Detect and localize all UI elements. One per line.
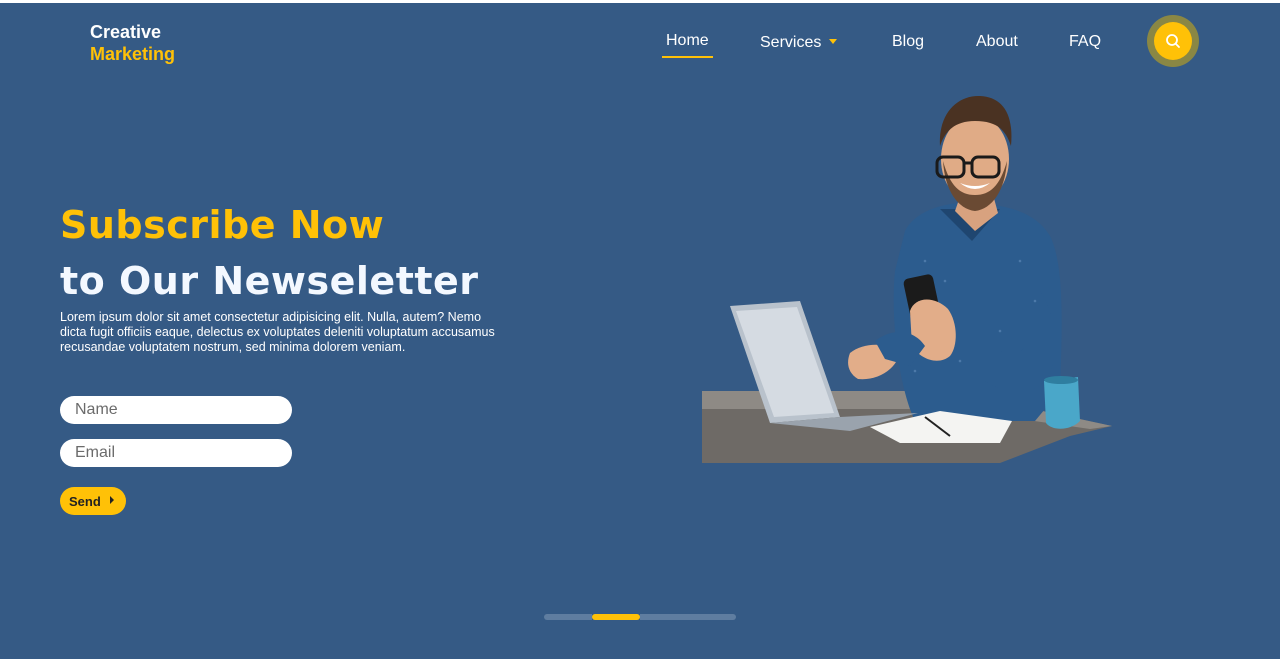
nav-faq[interactable]: FAQ xyxy=(1069,33,1101,51)
carousel-indicator[interactable] xyxy=(640,614,688,620)
email-input[interactable] xyxy=(60,439,292,467)
brand-line-2: Marketing xyxy=(90,44,176,64)
caret-right-icon xyxy=(109,496,114,504)
send-button[interactable]: Send xyxy=(60,487,126,515)
nav-services-label: Services xyxy=(760,34,822,51)
send-label: Send xyxy=(69,493,101,509)
hero-section: Creative Marketing Home Services Blog Ab… xyxy=(0,3,1280,659)
carousel-indicator[interactable] xyxy=(544,614,592,620)
headline-primary: Subscribe Now xyxy=(60,203,385,247)
nav-services[interactable]: Services xyxy=(760,34,838,52)
search-button[interactable] xyxy=(1147,15,1199,67)
hero-description: Lorem ipsum dolor sit amet consectetur a… xyxy=(60,310,495,354)
brand-line-1: Creative xyxy=(90,22,162,42)
carousel-indicator-active[interactable] xyxy=(592,614,640,620)
hero-photo xyxy=(702,95,1112,463)
caret-down-icon xyxy=(829,39,838,44)
carousel-indicator[interactable] xyxy=(688,614,736,620)
search-button-inner xyxy=(1154,22,1192,60)
brand-logo[interactable]: Creative Marketing xyxy=(90,21,175,65)
headline-secondary: to Our Newseletter xyxy=(60,259,479,303)
name-input[interactable] xyxy=(60,396,292,424)
nav-home[interactable]: Home xyxy=(662,32,713,58)
carousel-indicators xyxy=(544,614,736,620)
nav-blog[interactable]: Blog xyxy=(892,33,924,51)
nav-about[interactable]: About xyxy=(976,33,1018,51)
search-icon xyxy=(1166,34,1180,48)
